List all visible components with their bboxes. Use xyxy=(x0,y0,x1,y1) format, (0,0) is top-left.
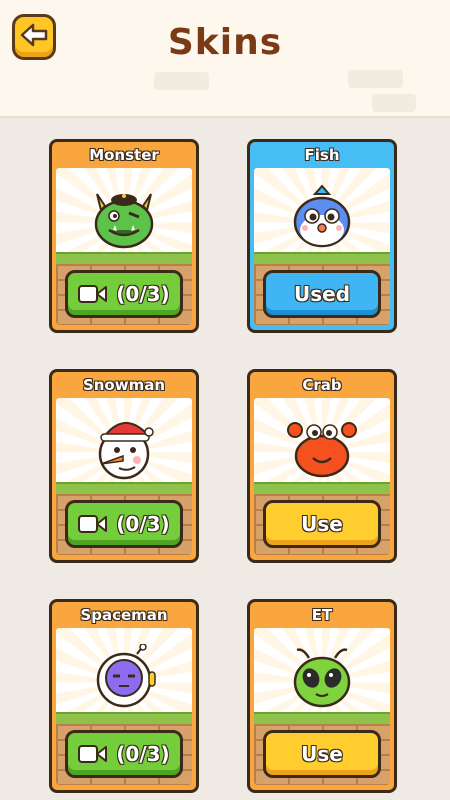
fish-character xyxy=(293,184,351,248)
watch-ad-button[interactable]: (0/3) xyxy=(65,500,183,548)
header: Skins xyxy=(0,0,450,118)
use-button[interactable]: Use xyxy=(263,500,381,548)
skin-name: Snowman xyxy=(82,376,166,394)
watch-ad-button[interactable]: (0/3) xyxy=(65,730,183,778)
ad-progress: (0/3) xyxy=(116,512,170,536)
spaceman-character xyxy=(96,644,156,708)
skin-card-fish[interactable]: Fish Used xyxy=(247,139,397,333)
skin-card-spaceman[interactable]: Spaceman (0/3) xyxy=(49,599,199,793)
ad-progress: (0/3) xyxy=(116,282,170,306)
skin-name: Spaceman xyxy=(80,606,168,624)
video-icon xyxy=(78,745,108,763)
card-grass xyxy=(56,482,192,494)
page-title: Skins xyxy=(167,22,283,63)
watch-ad-button[interactable]: (0/3) xyxy=(65,270,183,318)
video-icon xyxy=(78,285,108,303)
use-label: Use xyxy=(301,512,343,536)
skin-card-crab[interactable]: Crab Use xyxy=(247,369,397,563)
skin-name: ET xyxy=(311,606,333,624)
card-grass xyxy=(254,252,390,264)
snowman-character xyxy=(98,422,154,480)
decor-brick xyxy=(348,70,403,88)
use-button[interactable]: Use xyxy=(263,730,381,778)
skin-name: Crab xyxy=(302,376,342,394)
video-icon xyxy=(78,515,108,533)
skin-name: Monster xyxy=(89,146,159,164)
skin-card-monster[interactable]: Monster (0/3) xyxy=(49,139,199,333)
card-grass xyxy=(254,482,390,494)
monster-character xyxy=(94,193,154,249)
card-grass xyxy=(56,252,192,264)
decor-brick xyxy=(154,72,209,90)
decor-brick xyxy=(372,94,416,112)
crab-character xyxy=(287,422,357,478)
used-button[interactable]: Used xyxy=(263,270,381,318)
skin-card-snowman[interactable]: Snowman (0/3) xyxy=(49,369,199,563)
ad-progress: (0/3) xyxy=(116,742,170,766)
skin-card-et[interactable]: ET Use xyxy=(247,599,397,793)
et-character xyxy=(293,648,351,708)
used-label: Used xyxy=(293,282,351,306)
skin-name: Fish xyxy=(304,146,340,164)
use-label: Use xyxy=(301,742,343,766)
card-grass xyxy=(56,712,192,724)
card-grass xyxy=(254,712,390,724)
